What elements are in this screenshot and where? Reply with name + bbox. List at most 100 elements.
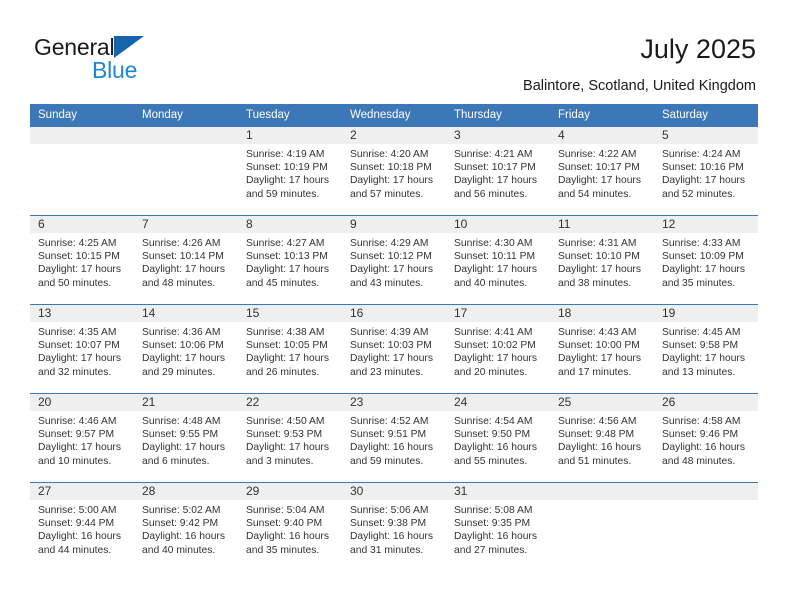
day-details: Sunrise: 4:29 AM Sunset: 10:12 PM Daylight… bbox=[342, 233, 446, 290]
calendar-day-cell[interactable]: 2 Sunrise: 4:20 AM Sunset: 10:18 PM Dayligh… bbox=[342, 127, 446, 216]
daylight-text: Daylight: 16 hours and 44 minutes. bbox=[38, 531, 121, 556]
sunset-text: Sunset: 10:00 PM bbox=[558, 340, 640, 352]
day-details: Sunrise: 5:04 AM Sunset: 9:40 PM Daylight:… bbox=[238, 500, 342, 557]
calendar-day-cell[interactable]: 15 Sunrise: 4:38 AM Sunset: 10:05 PM Daylig… bbox=[238, 304, 342, 394]
calendar-day-cell[interactable]: 10 Sunrise: 4:30 AM Sunset: 10:11 PM Daylig… bbox=[446, 215, 550, 305]
page-header: General Blue July 2025 Balintore, Scotla… bbox=[0, 0, 792, 100]
day-number: 11 bbox=[550, 216, 654, 233]
sunrise-text: Sunrise: 4:26 AM bbox=[142, 238, 221, 249]
sunrise-text: Sunrise: 4:54 AM bbox=[454, 416, 533, 427]
day-number: 24 bbox=[446, 394, 550, 411]
day-details: Sunrise: 4:31 AM Sunset: 10:10 PM Daylight… bbox=[550, 233, 654, 290]
sunrise-text: Sunrise: 4:38 AM bbox=[246, 327, 325, 338]
daylight-text: Daylight: 17 hours and 17 minutes. bbox=[558, 353, 641, 378]
sunset-text: Sunset: 9:53 PM bbox=[246, 429, 323, 441]
day-details: Sunrise: 4:41 AM Sunset: 10:02 PM Daylight… bbox=[446, 322, 550, 379]
calendar-day-cell[interactable]: 8 Sunrise: 4:27 AM Sunset: 10:13 PM Dayligh… bbox=[238, 215, 342, 305]
calendar-day-cell[interactable]: 14 Sunrise: 4:36 AM Sunset: 10:06 PM Daylig… bbox=[134, 304, 238, 394]
day-details: Sunrise: 5:02 AM Sunset: 9:42 PM Daylight:… bbox=[134, 500, 238, 557]
day-details: Sunrise: 4:38 AM Sunset: 10:05 PM Daylight… bbox=[238, 322, 342, 379]
calendar-day-cell[interactable]: 29 Sunrise: 5:04 AM Sunset: 9:40 PM Dayligh… bbox=[238, 482, 342, 571]
day-number: 1 bbox=[238, 127, 342, 144]
day-number: 12 bbox=[654, 216, 758, 233]
calendar-day-cell[interactable]: 25 Sunrise: 4:56 AM Sunset: 9:48 PM Dayligh… bbox=[550, 393, 654, 483]
day-cell-content: 18 Sunrise: 4:43 AM Sunset: 10:00 PM Daylig… bbox=[550, 305, 654, 393]
day-number: 30 bbox=[342, 483, 446, 500]
sunset-text: Sunset: 9:55 PM bbox=[142, 429, 219, 441]
calendar-day-cell[interactable]: 18 Sunrise: 4:43 AM Sunset: 10:00 PM Daylig… bbox=[550, 304, 654, 394]
calendar-day-cell[interactable]: 16 Sunrise: 4:39 AM Sunset: 10:03 PM Daylig… bbox=[342, 304, 446, 394]
day-cell-content: 25 Sunrise: 4:56 AM Sunset: 9:48 PM Dayligh… bbox=[550, 394, 654, 482]
daylight-text: Daylight: 17 hours and 43 minutes. bbox=[350, 264, 433, 289]
daylight-text: Daylight: 16 hours and 31 minutes. bbox=[350, 531, 433, 556]
daylight-text: Daylight: 17 hours and 6 minutes. bbox=[142, 442, 225, 467]
day-cell-content: 5 Sunrise: 4:24 AM Sunset: 10:16 PM Dayligh… bbox=[654, 127, 758, 215]
day-details: Sunrise: 4:56 AM Sunset: 9:48 PM Daylight:… bbox=[550, 411, 654, 468]
sunset-text: Sunset: 9:42 PM bbox=[142, 518, 219, 530]
calendar-day-cell[interactable]: 22 Sunrise: 4:50 AM Sunset: 9:53 PM Dayligh… bbox=[238, 393, 342, 483]
calendar-day-cell[interactable]: 23 Sunrise: 4:52 AM Sunset: 9:51 PM Dayligh… bbox=[342, 393, 446, 483]
calendar-day-cell[interactable]: 11 Sunrise: 4:31 AM Sunset: 10:10 PM Daylig… bbox=[550, 215, 654, 305]
calendar-day-cell[interactable]: 5 Sunrise: 4:24 AM Sunset: 10:16 PM Dayligh… bbox=[654, 127, 758, 216]
day-number: 8 bbox=[238, 216, 342, 233]
day-number bbox=[654, 483, 758, 500]
calendar-day-cell[interactable]: 3 Sunrise: 4:21 AM Sunset: 10:17 PM Dayligh… bbox=[446, 127, 550, 216]
calendar-day-cell[interactable]: 12 Sunrise: 4:33 AM Sunset: 10:09 PM Daylig… bbox=[654, 215, 758, 305]
sunrise-text: Sunrise: 4:46 AM bbox=[38, 416, 117, 427]
day-cell-content: 21 Sunrise: 4:48 AM Sunset: 9:55 PM Dayligh… bbox=[134, 394, 238, 482]
day-cell-content: 6 Sunrise: 4:25 AM Sunset: 10:15 PM Dayligh… bbox=[30, 216, 134, 304]
calendar-day-cell bbox=[30, 127, 134, 216]
calendar-day-cell[interactable]: 17 Sunrise: 4:41 AM Sunset: 10:02 PM Daylig… bbox=[446, 304, 550, 394]
day-details: Sunrise: 4:45 AM Sunset: 9:58 PM Daylight:… bbox=[654, 322, 758, 379]
calendar-day-cell[interactable]: 21 Sunrise: 4:48 AM Sunset: 9:55 PM Dayligh… bbox=[134, 393, 238, 483]
sunrise-text: Sunrise: 5:04 AM bbox=[246, 505, 325, 516]
calendar-day-cell[interactable]: 30 Sunrise: 5:06 AM Sunset: 9:38 PM Dayligh… bbox=[342, 482, 446, 571]
sunset-text: Sunset: 10:17 PM bbox=[558, 162, 640, 174]
day-details: Sunrise: 5:00 AM Sunset: 9:44 PM Daylight:… bbox=[30, 500, 134, 557]
day-details: Sunrise: 4:36 AM Sunset: 10:06 PM Daylight… bbox=[134, 322, 238, 379]
daylight-text: Daylight: 17 hours and 23 minutes. bbox=[350, 353, 433, 378]
calendar-day-cell[interactable]: 26 Sunrise: 4:58 AM Sunset: 9:46 PM Dayligh… bbox=[654, 393, 758, 483]
day-number: 18 bbox=[550, 305, 654, 322]
day-details: Sunrise: 4:24 AM Sunset: 10:16 PM Daylight… bbox=[654, 144, 758, 201]
calendar-day-cell[interactable]: 9 Sunrise: 4:29 AM Sunset: 10:12 PM Dayligh… bbox=[342, 215, 446, 305]
daylight-text: Daylight: 17 hours and 3 minutes. bbox=[246, 442, 329, 467]
calendar-body: 1 Sunrise: 4:19 AM Sunset: 10:19 PM Dayligh… bbox=[30, 127, 758, 571]
brand-name-blue: Blue bbox=[92, 57, 138, 83]
calendar-day-cell[interactable]: 4 Sunrise: 4:22 AM Sunset: 10:17 PM Dayligh… bbox=[550, 127, 654, 216]
day-number: 21 bbox=[134, 394, 238, 411]
weekday-header-tuesday: Tuesday bbox=[238, 104, 342, 127]
calendar-day-cell[interactable]: 20 Sunrise: 4:46 AM Sunset: 9:57 PM Dayligh… bbox=[30, 393, 134, 483]
calendar-day-cell[interactable]: 6 Sunrise: 4:25 AM Sunset: 10:15 PM Dayligh… bbox=[30, 215, 134, 305]
day-details: Sunrise: 4:43 AM Sunset: 10:00 PM Daylight… bbox=[550, 322, 654, 379]
day-number: 15 bbox=[238, 305, 342, 322]
calendar-day-cell[interactable]: 7 Sunrise: 4:26 AM Sunset: 10:14 PM Dayligh… bbox=[134, 215, 238, 305]
sunset-text: Sunset: 10:14 PM bbox=[142, 251, 224, 263]
calendar-day-cell[interactable]: 27 Sunrise: 5:00 AM Sunset: 9:44 PM Dayligh… bbox=[30, 482, 134, 571]
calendar-day-cell[interactable]: 1 Sunrise: 4:19 AM Sunset: 10:19 PM Dayligh… bbox=[238, 127, 342, 216]
day-details: Sunrise: 4:52 AM Sunset: 9:51 PM Daylight:… bbox=[342, 411, 446, 468]
sunset-text: Sunset: 10:12 PM bbox=[350, 251, 432, 263]
day-details: Sunrise: 4:54 AM Sunset: 9:50 PM Daylight:… bbox=[446, 411, 550, 468]
brand-logo: General Blue bbox=[34, 34, 234, 83]
sunset-text: Sunset: 9:44 PM bbox=[38, 518, 115, 530]
calendar-day-cell[interactable]: 19 Sunrise: 4:45 AM Sunset: 9:58 PM Dayligh… bbox=[654, 304, 758, 394]
day-number: 17 bbox=[446, 305, 550, 322]
sunset-text: Sunset: 10:02 PM bbox=[454, 340, 536, 352]
sunrise-text: Sunrise: 5:08 AM bbox=[454, 505, 533, 516]
day-cell-content: 24 Sunrise: 4:54 AM Sunset: 9:50 PM Dayligh… bbox=[446, 394, 550, 482]
calendar-week-row: 13 Sunrise: 4:35 AM Sunset: 10:07 PM Daylig… bbox=[30, 304, 758, 394]
calendar-day-cell[interactable]: 28 Sunrise: 5:02 AM Sunset: 9:42 PM Dayligh… bbox=[134, 482, 238, 571]
calendar-day-cell[interactable]: 13 Sunrise: 4:35 AM Sunset: 10:07 PM Daylig… bbox=[30, 304, 134, 394]
day-cell-content: 13 Sunrise: 4:35 AM Sunset: 10:07 PM Daylig… bbox=[30, 305, 134, 393]
sunrise-text: Sunrise: 5:02 AM bbox=[142, 505, 221, 516]
daylight-text: Daylight: 17 hours and 52 minutes. bbox=[662, 175, 745, 200]
daylight-text: Daylight: 17 hours and 26 minutes. bbox=[246, 353, 329, 378]
sunset-text: Sunset: 9:46 PM bbox=[662, 429, 739, 441]
daylight-text: Daylight: 16 hours and 40 minutes. bbox=[142, 531, 225, 556]
sunrise-text: Sunrise: 4:50 AM bbox=[246, 416, 325, 427]
calendar-day-cell[interactable]: 31 Sunrise: 5:08 AM Sunset: 9:35 PM Dayligh… bbox=[446, 482, 550, 571]
day-number: 27 bbox=[30, 483, 134, 500]
calendar-day-cell[interactable]: 24 Sunrise: 4:54 AM Sunset: 9:50 PM Dayligh… bbox=[446, 393, 550, 483]
day-cell-content: 14 Sunrise: 4:36 AM Sunset: 10:06 PM Daylig… bbox=[134, 305, 238, 393]
